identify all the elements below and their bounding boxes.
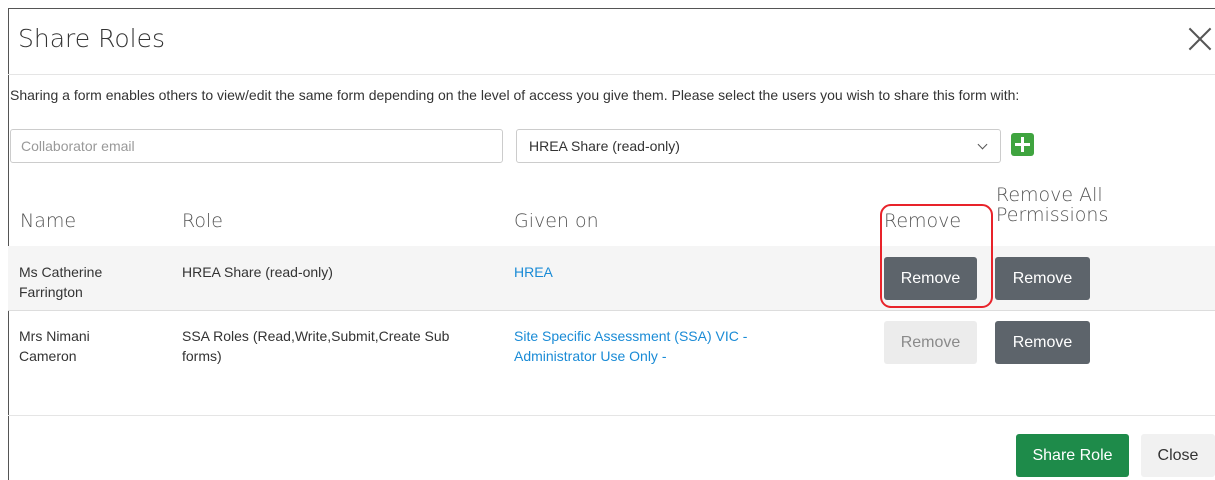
row2-role-line1: SSA Roles (Read,Write,Submit,Create Sub xyxy=(182,328,450,344)
row2-role: SSA Roles (Read,Write,Submit,Create Sub … xyxy=(182,326,449,366)
row1-given-on-link[interactable]: HREA xyxy=(514,262,553,282)
header-remove-all-line1: Remove All xyxy=(996,184,1103,206)
row2-name-line2: Cameron xyxy=(19,348,77,364)
row2-remove-button-disabled: Remove xyxy=(884,321,977,364)
remove-column-highlight xyxy=(880,204,993,308)
header-remove-all-line2: Permissions xyxy=(996,204,1109,226)
row1-name-line1: Ms Catherine xyxy=(19,264,103,280)
row1-name: Ms Catherine Farrington xyxy=(19,262,102,302)
row1-name-line2: Farrington xyxy=(19,284,83,300)
share-roles-modal xyxy=(8,8,1215,480)
collaborator-email-input[interactable] xyxy=(10,129,503,163)
header-role: Role xyxy=(182,210,223,232)
modal-title: Share Roles xyxy=(18,24,165,53)
role-select-value: HREA Share (read-only) xyxy=(529,138,680,154)
share-role-button[interactable]: Share Role xyxy=(1016,434,1129,477)
row2-given-line2[interactable]: Administrator Use Only - xyxy=(514,346,747,366)
role-select[interactable]: HREA Share (read-only) xyxy=(516,129,1001,163)
row2-role-line2: forms) xyxy=(182,348,222,364)
header-name: Name xyxy=(20,210,77,232)
row2-name-line1: Mrs Nimani xyxy=(19,328,90,344)
footer-divider xyxy=(8,415,1215,416)
add-collaborator-button[interactable] xyxy=(1011,133,1034,156)
row1-role: HREA Share (read-only) xyxy=(182,264,333,280)
row1-remove-all-button[interactable]: Remove xyxy=(995,257,1090,300)
row2-name: Mrs Nimani Cameron xyxy=(19,326,90,366)
row2-given-line1[interactable]: Site Specific Assessment (SSA) VIC - xyxy=(514,326,747,346)
modal-header: Share Roles xyxy=(8,8,1215,75)
close-button[interactable]: Close xyxy=(1141,434,1215,477)
row-divider xyxy=(8,310,1215,311)
intro-text: Sharing a form enables others to view/ed… xyxy=(10,87,1020,103)
close-icon[interactable] xyxy=(1185,24,1215,54)
row2-given-on-link[interactable]: Site Specific Assessment (SSA) VIC - Adm… xyxy=(514,326,747,366)
header-given-on: Given on xyxy=(514,210,599,232)
header-remove-all-permissions: Remove All Permissions xyxy=(996,185,1108,225)
row2-remove-all-button[interactable]: Remove xyxy=(995,321,1090,364)
chevron-down-icon xyxy=(977,139,988,149)
